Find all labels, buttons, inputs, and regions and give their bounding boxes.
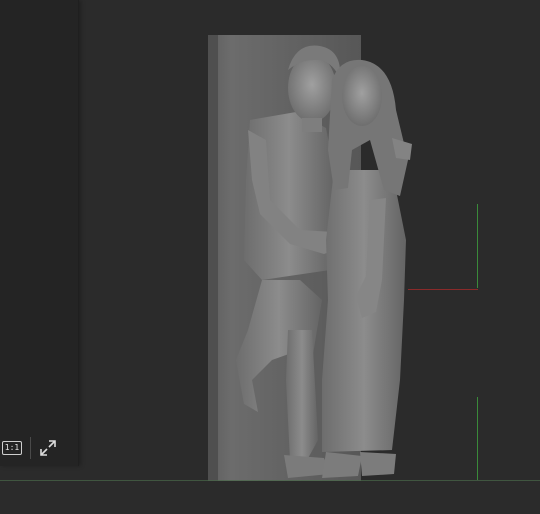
expand-icon[interactable] bbox=[39, 439, 57, 457]
woman-shoe-right bbox=[360, 452, 396, 476]
toolbar-divider bbox=[30, 437, 31, 459]
panel-toolbar: 1:1 bbox=[0, 430, 78, 466]
man-neck bbox=[302, 118, 322, 132]
sculpture-render bbox=[208, 35, 412, 481]
x-axis bbox=[408, 289, 478, 290]
3d-viewport[interactable] bbox=[0, 0, 540, 510]
slab-side bbox=[208, 35, 218, 481]
woman-head bbox=[342, 66, 382, 126]
side-panel: 1:1 bbox=[0, 0, 79, 466]
ratio-label: 1:1 bbox=[4, 443, 20, 452]
ground-plane-line bbox=[0, 480, 540, 481]
y-axis-upper bbox=[477, 204, 478, 288]
y-axis-lower bbox=[477, 397, 478, 480]
woman-shoe-left bbox=[322, 452, 362, 478]
aspect-ratio-icon[interactable]: 1:1 bbox=[2, 441, 22, 455]
